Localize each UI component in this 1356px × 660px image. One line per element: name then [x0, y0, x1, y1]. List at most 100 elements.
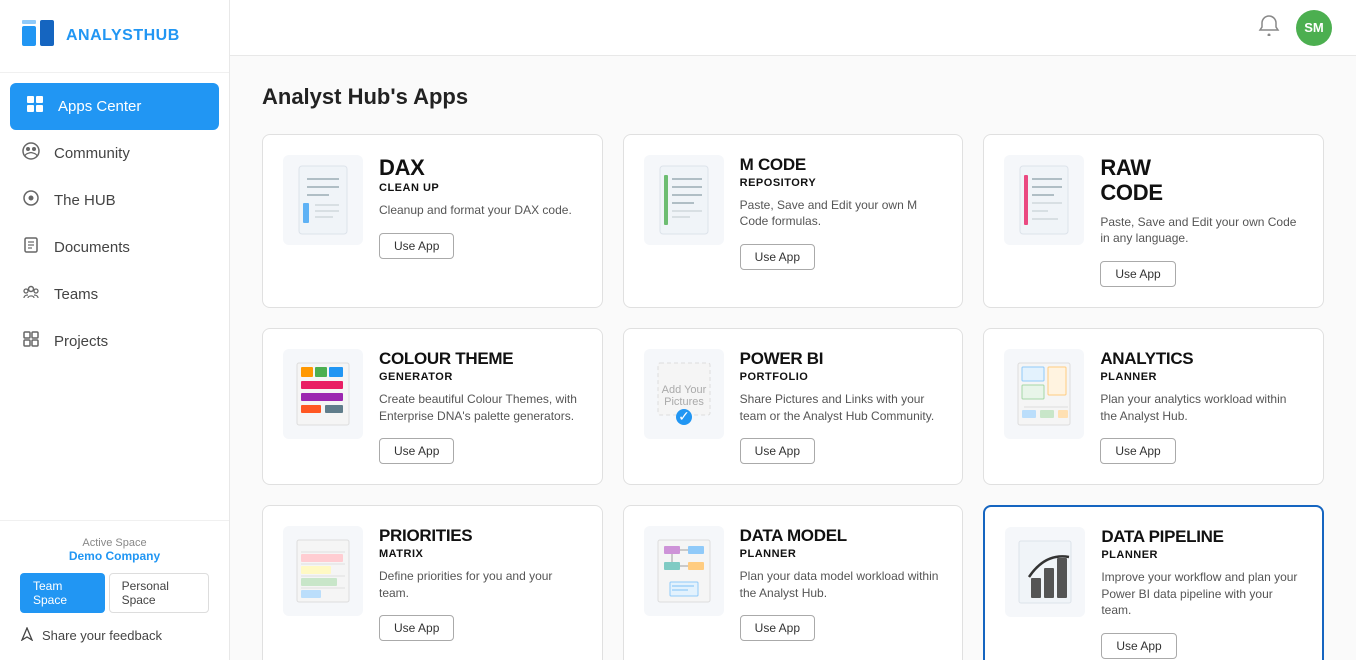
analytics-planner-name: ANALYTICS: [1100, 349, 1303, 369]
feedback-label: Share your feedback: [42, 628, 162, 643]
colour-theme-subtitle: GENERATOR: [379, 371, 582, 383]
content-area: Analyst Hub's Apps: [230, 56, 1356, 660]
power-bi-portfolio-name: POWER BI: [740, 349, 943, 369]
sidebar-item-documents-label: Documents: [54, 239, 130, 256]
raw-code-desc: Paste, Save and Edit your own Code in an…: [1100, 214, 1303, 248]
page-title: Analyst Hub's Apps: [262, 84, 1324, 110]
colour-theme-name: COLOUR THEME: [379, 349, 582, 369]
app-card-analytics-planner: ANALYTICS PLANNER Plan your analytics wo…: [983, 328, 1324, 485]
user-avatar[interactable]: SM: [1296, 10, 1332, 46]
documents-icon: [20, 236, 42, 259]
analytics-planner-icon: [1004, 349, 1084, 439]
data-model-planner-icon: [644, 526, 724, 616]
app-card-data-model-planner: DATA MODEL PLANNER Plan your data model …: [623, 505, 964, 660]
data-pipeline-planner-info: DATA PIPELINE PLANNER Improve your workf…: [1101, 527, 1302, 659]
mcode-repository-use-app-button[interactable]: Use App: [740, 244, 815, 270]
logo-hub: HUB: [144, 27, 180, 44]
data-model-planner-desc: Plan your data model workload within the…: [740, 568, 943, 602]
dax-cleanup-use-app-button[interactable]: Use App: [379, 233, 454, 259]
sidebar-item-teams-label: Teams: [54, 286, 98, 303]
feedback-icon: [20, 627, 34, 644]
dax-cleanup-info: DAX CLEAN UP Cleanup and format your DAX…: [379, 155, 582, 259]
feedback-item[interactable]: Share your feedback: [20, 627, 209, 644]
power-bi-portfolio-desc: Share Pictures and Links with your team …: [740, 391, 943, 425]
sidebar-item-the-hub-label: The HUB: [54, 192, 116, 209]
svg-text:Add Your: Add Your: [661, 384, 706, 396]
raw-code-use-app-button[interactable]: Use App: [1100, 261, 1175, 287]
sidebar: ANALYSTHUB Apps Center Community The HUB: [0, 0, 230, 660]
logo-icon: [20, 18, 56, 54]
sidebar-item-community-label: Community: [54, 145, 130, 162]
svg-text:Pictures: Pictures: [664, 396, 704, 408]
analytics-planner-use-app-button[interactable]: Use App: [1100, 438, 1175, 464]
team-space-tab[interactable]: Team Space: [20, 573, 105, 613]
mcode-repository-icon: [644, 155, 724, 245]
analytics-planner-subtitle: PLANNER: [1100, 371, 1303, 383]
sidebar-item-the-hub[interactable]: The HUB: [0, 177, 229, 224]
analytics-planner-info: ANALYTICS PLANNER Plan your analytics wo…: [1100, 349, 1303, 464]
analytics-planner-desc: Plan your analytics workload within the …: [1100, 391, 1303, 425]
sidebar-item-apps-center[interactable]: Apps Center: [10, 83, 219, 130]
personal-space-tab[interactable]: Personal Space: [109, 573, 209, 613]
app-card-mcode-repository: M CODE REPOSITORY Paste, Save and Edit y…: [623, 134, 964, 308]
topbar: SM: [230, 0, 1356, 56]
raw-code-icon: [1004, 155, 1084, 245]
mcode-repository-subtitle: REPOSITORY: [740, 177, 943, 189]
mcode-repository-desc: Paste, Save and Edit your own M Code for…: [740, 197, 943, 231]
data-pipeline-planner-name: DATA PIPELINE: [1101, 527, 1302, 547]
sidebar-item-projects-label: Projects: [54, 333, 108, 350]
data-model-planner-info: DATA MODEL PLANNER Plan your data model …: [740, 526, 943, 641]
active-space-label: Active Space: [20, 537, 209, 549]
app-card-data-pipeline-planner: DATA PIPELINE PLANNER Improve your workf…: [983, 505, 1324, 660]
power-bi-portfolio-use-app-button[interactable]: Use App: [740, 438, 815, 464]
dax-cleanup-subtitle: CLEAN UP: [379, 182, 582, 194]
priorities-matrix-use-app-button[interactable]: Use App: [379, 615, 454, 641]
priorities-matrix-icon: [283, 526, 363, 616]
power-bi-portfolio-subtitle: PORTFOLIO: [740, 371, 943, 383]
apps-center-icon: [24, 95, 46, 118]
app-card-colour-theme: COLOUR THEME GENERATOR Create beautiful …: [262, 328, 603, 485]
community-icon: [20, 142, 42, 165]
colour-theme-use-app-button[interactable]: Use App: [379, 438, 454, 464]
sidebar-item-community[interactable]: Community: [0, 130, 229, 177]
mcode-repository-name: M CODE: [740, 155, 943, 175]
sidebar-item-teams[interactable]: Teams: [0, 271, 229, 318]
teams-icon: [20, 283, 42, 306]
sidebar-item-projects[interactable]: Projects: [0, 318, 229, 365]
sidebar-item-documents[interactable]: Documents: [0, 224, 229, 271]
power-bi-portfolio-icon: Add Your Pictures ✓: [644, 349, 724, 439]
sidebar-bottom: Active Space Demo Company Team Space Per…: [0, 520, 229, 660]
dax-cleanup-icon: [283, 155, 363, 245]
main-content: SM Analyst Hub's Apps: [230, 0, 1356, 660]
priorities-matrix-subtitle: MATRIX: [379, 548, 582, 560]
data-pipeline-planner-desc: Improve your workflow and plan your Powe…: [1101, 569, 1302, 619]
priorities-matrix-info: PRIORITIES MATRIX Define priorities for …: [379, 526, 582, 641]
app-card-raw-code: RAWCODE Paste, Save and Edit your own Co…: [983, 134, 1324, 308]
app-card-power-bi-portfolio: Add Your Pictures ✓ POWER BI PORTFOLIO S…: [623, 328, 964, 485]
priorities-matrix-name: PRIORITIES: [379, 526, 582, 546]
colour-theme-icon: [283, 349, 363, 439]
data-model-planner-name: DATA MODEL: [740, 526, 943, 546]
sidebar-nav: Apps Center Community The HUB Documents: [0, 73, 229, 520]
data-pipeline-planner-use-app-button[interactable]: Use App: [1101, 633, 1176, 659]
data-pipeline-planner-subtitle: PLANNER: [1101, 549, 1302, 561]
sidebar-item-apps-center-label: Apps Center: [58, 98, 141, 115]
projects-icon: [20, 330, 42, 353]
active-space-company: Demo Company: [20, 549, 209, 563]
raw-code-info: RAWCODE Paste, Save and Edit your own Co…: [1100, 155, 1303, 287]
data-model-planner-subtitle: PLANNER: [740, 548, 943, 560]
logo: ANALYSTHUB: [0, 0, 229, 73]
apps-grid: DAX CLEAN UP Cleanup and format your DAX…: [262, 134, 1324, 660]
dax-cleanup-name: DAX: [379, 155, 582, 180]
logo-text: ANALYSTHUB: [66, 27, 180, 45]
data-model-planner-use-app-button[interactable]: Use App: [740, 615, 815, 641]
app-card-priorities-matrix: PRIORITIES MATRIX Define priorities for …: [262, 505, 603, 660]
logo-analyst: ANALYST: [66, 27, 144, 44]
notifications-bell[interactable]: [1258, 14, 1280, 42]
power-bi-portfolio-info: POWER BI PORTFOLIO Share Pictures and Li…: [740, 349, 943, 464]
app-card-dax-cleanup: DAX CLEAN UP Cleanup and format your DAX…: [262, 134, 603, 308]
dax-cleanup-desc: Cleanup and format your DAX code.: [379, 202, 582, 219]
mcode-repository-info: M CODE REPOSITORY Paste, Save and Edit y…: [740, 155, 943, 270]
data-pipeline-planner-icon: [1005, 527, 1085, 617]
svg-text:✓: ✓: [678, 408, 690, 424]
